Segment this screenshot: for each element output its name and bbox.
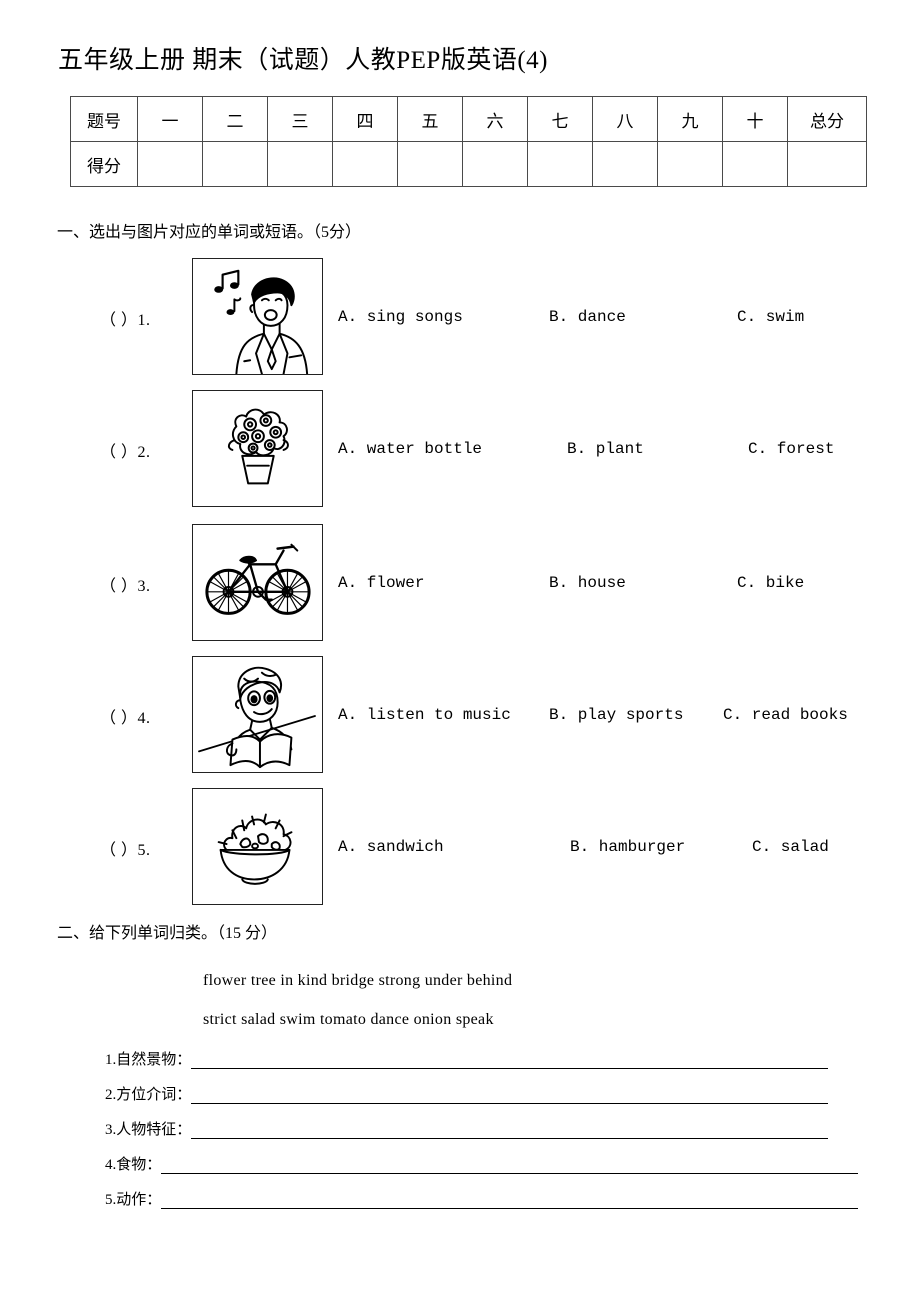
score-cell-10[interactable]: [722, 141, 788, 187]
question-4-option-a[interactable]: A. listen to music: [338, 706, 511, 724]
score-cell-1[interactable]: [137, 141, 203, 187]
score-cell-4[interactable]: [332, 141, 398, 187]
question-image-4-boy-reading: [192, 656, 323, 773]
category-answer-blank-2[interactable]: [191, 1086, 829, 1104]
score-table-row-header: 题号: [70, 96, 138, 142]
question-5-option-a[interactable]: A. sandwich: [338, 838, 444, 856]
word-bank-line-1: flower tree in kind bridge strong under …: [203, 972, 513, 989]
category-label-3: 3.人物特征：: [105, 1122, 192, 1138]
score-cell-2[interactable]: [202, 141, 268, 187]
question-marker-1[interactable]: （ ）1.: [100, 306, 151, 330]
score-table-col-2: 二: [202, 96, 268, 142]
question-row-3: （ ）3. A. flower B. house C. bike: [0, 524, 920, 646]
question-row-4: （ ）4. A. listen to music B. play sports …: [0, 656, 920, 778]
question-5-option-c[interactable]: C. salad: [752, 838, 829, 856]
score-cell-5[interactable]: [397, 141, 463, 187]
category-label-5: 5.动作：: [105, 1192, 162, 1208]
score-table: 题号 一 二 三 四 五 六 七 八 九 十 总分 得分: [70, 96, 867, 187]
question-image-5-salad-bowl: [192, 788, 323, 905]
question-image-2-potted-flowers: [192, 390, 323, 507]
question-marker-4[interactable]: （ ）4.: [100, 704, 151, 728]
score-cell-8[interactable]: [592, 141, 658, 187]
score-table-col-1: 一: [137, 96, 203, 142]
question-3-option-b[interactable]: B. house: [549, 574, 626, 592]
category-row-1: 1.自然景物：: [105, 1048, 857, 1074]
category-row-5: 5.动作：: [105, 1188, 859, 1214]
question-row-5: （ ）5. A. sandwich B. hamburger C. salad: [0, 788, 920, 910]
score-cell-total[interactable]: [787, 141, 867, 187]
question-row-2: （ ）2. A. water bottle B. plant C. forest: [0, 390, 920, 512]
table-row-scores: 得分: [70, 141, 867, 187]
score-cell-9[interactable]: [657, 141, 723, 187]
category-label-2: 2.方位介词：: [105, 1087, 192, 1103]
score-table-col-9: 九: [657, 96, 723, 142]
question-2-option-b[interactable]: B. plant: [567, 440, 644, 458]
category-answer-blank-5[interactable]: [161, 1191, 859, 1209]
word-bank-line-2: strict salad swim tomato dance onion spe…: [203, 1011, 494, 1028]
category-row-2: 2.方位介词：: [105, 1083, 857, 1109]
category-answer-blank-3[interactable]: [191, 1121, 829, 1139]
category-answer-blank-1[interactable]: [191, 1051, 829, 1069]
score-table-col-8: 八: [592, 96, 658, 142]
category-row-3: 3.人物特征：: [105, 1118, 857, 1144]
question-image-1-man-singing: [192, 258, 323, 375]
question-marker-3[interactable]: （ ）3.: [100, 572, 151, 596]
section-2-heading: 二、给下列单词归类。（15 分）: [57, 925, 278, 942]
score-cell-3[interactable]: [267, 141, 333, 187]
question-2-option-c[interactable]: C. forest: [748, 440, 834, 458]
question-4-option-c[interactable]: C. read books: [723, 706, 848, 724]
category-answer-blank-4[interactable]: [161, 1156, 859, 1174]
question-1-option-c[interactable]: C. swim: [737, 308, 804, 326]
score-table-col-3: 三: [267, 96, 333, 142]
question-row-1: （ ）1. A. sing songs B. dance C. swim: [0, 258, 920, 380]
question-4-option-b[interactable]: B. play sports: [549, 706, 683, 724]
score-table-col-7: 七: [527, 96, 593, 142]
question-marker-2[interactable]: （ ）2.: [100, 438, 151, 462]
question-3-option-a[interactable]: A. flower: [338, 574, 424, 592]
exam-page: 五年级上册 期末（试题）人教PEP版英语(4) 题号 一 二 三 四 五 六 七…: [0, 0, 920, 1302]
question-marker-5[interactable]: （ ）5.: [100, 836, 151, 860]
score-table-col-total: 总分: [787, 96, 867, 142]
question-3-option-c[interactable]: C. bike: [737, 574, 804, 592]
score-cell-7[interactable]: [527, 141, 593, 187]
question-2-option-a[interactable]: A. water bottle: [338, 440, 482, 458]
category-label-1: 1.自然景物：: [105, 1052, 192, 1068]
question-1-option-b[interactable]: B. dance: [549, 308, 626, 326]
score-table-col-4: 四: [332, 96, 398, 142]
category-label-4: 4.食物：: [105, 1157, 162, 1173]
score-cell-6[interactable]: [462, 141, 528, 187]
table-row-question-numbers: 题号 一 二 三 四 五 六 七 八 九 十 总分: [70, 96, 867, 142]
page-title: 五年级上册 期末（试题）人教PEP版英语(4): [58, 47, 548, 74]
category-row-4: 4.食物：: [105, 1153, 859, 1179]
score-table-col-6: 六: [462, 96, 528, 142]
question-image-3-bicycle: [192, 524, 323, 641]
score-table-col-5: 五: [397, 96, 463, 142]
section-1-heading: 一、选出与图片对应的单词或短语。（5分）: [57, 224, 362, 241]
question-1-option-a[interactable]: A. sing songs: [338, 308, 463, 326]
score-table-col-10: 十: [722, 96, 788, 142]
score-table-score-header: 得分: [70, 141, 138, 187]
question-5-option-b[interactable]: B. hamburger: [570, 838, 685, 856]
